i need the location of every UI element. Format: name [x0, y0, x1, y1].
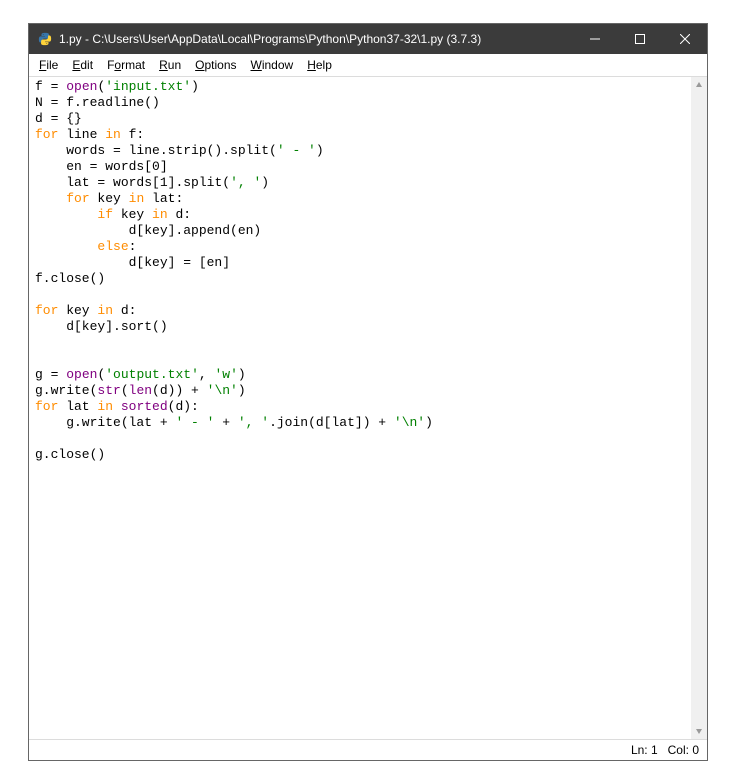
menu-run[interactable]: Run [153, 56, 187, 74]
menubar: File Edit Format Run Options Window Help [29, 54, 707, 76]
window-controls [572, 24, 707, 54]
menu-window[interactable]: Window [245, 56, 300, 74]
vertical-scrollbar[interactable] [691, 77, 707, 739]
minimize-button[interactable] [572, 24, 617, 54]
menu-edit[interactable]: Edit [66, 56, 99, 74]
python-icon [37, 31, 53, 47]
scroll-down-icon[interactable] [691, 723, 707, 739]
menu-format[interactable]: Format [101, 56, 151, 74]
menu-file[interactable]: File [33, 56, 64, 74]
editor-area: f = open('input.txt') N = f.readline() d… [29, 76, 707, 740]
menu-help[interactable]: Help [301, 56, 338, 74]
status-line: Ln: 1 [631, 743, 658, 757]
titlebar[interactable]: 1.py - C:\Users\User\AppData\Local\Progr… [29, 24, 707, 54]
statusbar: Ln: 1 Col: 0 [29, 740, 707, 760]
scroll-up-icon[interactable] [691, 77, 707, 93]
menu-options[interactable]: Options [189, 56, 242, 74]
maximize-button[interactable] [617, 24, 662, 54]
status-col: Col: 0 [668, 743, 699, 757]
close-button[interactable] [662, 24, 707, 54]
window-title: 1.py - C:\Users\User\AppData\Local\Progr… [59, 32, 572, 46]
idle-window: 1.py - C:\Users\User\AppData\Local\Progr… [28, 23, 708, 761]
code-editor[interactable]: f = open('input.txt') N = f.readline() d… [29, 77, 691, 739]
